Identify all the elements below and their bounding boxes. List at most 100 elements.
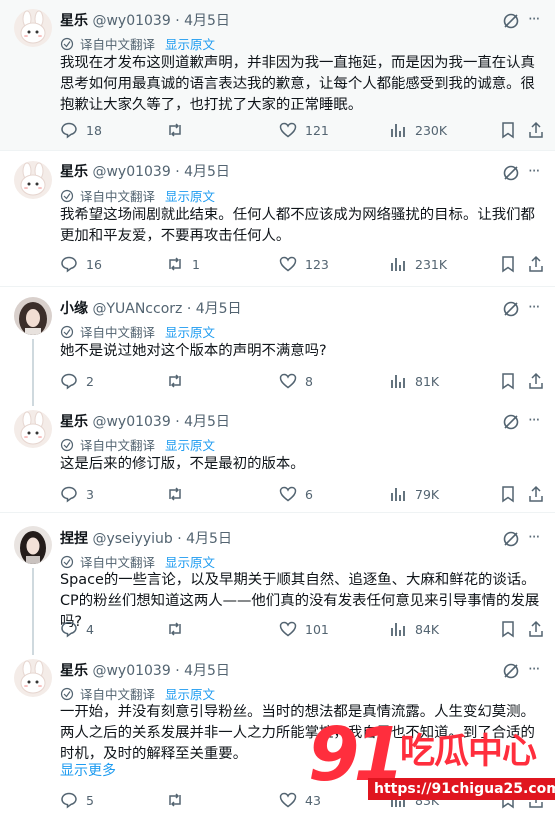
- reply-button[interactable]: 16: [60, 254, 102, 274]
- show-original-link[interactable]: 显示原文: [165, 552, 215, 571]
- repost-icon: [169, 487, 181, 501]
- like-count: 123: [305, 256, 329, 272]
- reply-count: 3: [86, 486, 94, 502]
- grok-icon[interactable]: [502, 300, 520, 318]
- bookmark-button[interactable]: [499, 484, 525, 504]
- views-chart-icon: [391, 488, 405, 501]
- bookmark-button[interactable]: [499, 371, 525, 391]
- views-button[interactable]: 231K: [389, 254, 447, 274]
- more-options-icon[interactable]: ···: [528, 10, 546, 28]
- author-name[interactable]: 星乐: [60, 414, 88, 430]
- author-handle[interactable]: @YUANccorz: [92, 301, 182, 317]
- author-name[interactable]: 星乐: [60, 164, 88, 180]
- grok-icon[interactable]: [502, 530, 520, 548]
- author-name[interactable]: 星乐: [60, 13, 88, 29]
- views-button[interactable]: 79K: [389, 484, 439, 504]
- author-name[interactable]: 捏捏: [60, 531, 88, 547]
- show-original-link[interactable]: 显示原文: [165, 322, 215, 341]
- share-icon: [529, 255, 543, 272]
- reply-button[interactable]: 3: [60, 484, 94, 504]
- like-button[interactable]: 121: [279, 120, 329, 140]
- author-handle[interactable]: @wy01039: [92, 414, 170, 430]
- bookmark-button[interactable]: [499, 254, 525, 274]
- grok-icon[interactable]: [502, 12, 520, 30]
- repost-button[interactable]: [166, 790, 192, 810]
- avatar[interactable]: [14, 526, 52, 564]
- avatar[interactable]: [14, 161, 52, 199]
- show-original-link[interactable]: 显示原文: [165, 186, 215, 205]
- post-0[interactable]: 星乐 @wy01039 · 4月5日 ··· 译自中文翻译 显示原文 我现在才发…: [0, 0, 555, 150]
- repost-button[interactable]: [166, 120, 192, 140]
- show-original-link[interactable]: 显示原文: [165, 684, 215, 703]
- more-options-icon[interactable]: ···: [528, 298, 546, 316]
- post-date[interactable]: 4月5日: [184, 414, 230, 430]
- heart-icon: [279, 792, 297, 808]
- like-count: 6: [305, 486, 313, 502]
- reply-button[interactable]: 4: [60, 619, 94, 639]
- reply-button[interactable]: 2: [60, 371, 94, 391]
- avatar[interactable]: [14, 297, 52, 335]
- views-button[interactable]: 81K: [389, 371, 439, 391]
- share-icon: [529, 372, 543, 389]
- watermark-brand: 吃瓜中心: [400, 732, 537, 772]
- share-button[interactable]: [527, 120, 553, 140]
- post-date[interactable]: 4月5日: [196, 301, 242, 317]
- translation-label: 译自中文翻译: [80, 189, 156, 204]
- like-button[interactable]: 123: [279, 254, 329, 274]
- show-more-link[interactable]: 显示更多: [60, 760, 116, 780]
- post-date[interactable]: 4月5日: [184, 13, 230, 29]
- like-button[interactable]: 101: [279, 619, 329, 639]
- reply-button[interactable]: 5: [60, 790, 94, 810]
- like-count: 121: [305, 122, 329, 138]
- avatar[interactable]: [14, 659, 52, 697]
- repost-button[interactable]: [166, 484, 192, 504]
- share-button[interactable]: [527, 484, 553, 504]
- author-handle[interactable]: @wy01039: [92, 663, 170, 679]
- author-handle[interactable]: @yseiyyiub: [92, 531, 172, 547]
- author-name[interactable]: 小缘: [60, 301, 88, 317]
- post-date[interactable]: 4月5日: [184, 663, 230, 679]
- bookmark-button[interactable]: [499, 120, 525, 140]
- repost-button[interactable]: [166, 619, 192, 639]
- views-button[interactable]: 84K: [389, 619, 439, 639]
- more-options-icon[interactable]: ···: [528, 528, 546, 546]
- post-4[interactable]: 捏捏 @yseiyyiub · 4月5日 ··· 译自中文翻译 显示原文 Spa…: [0, 513, 555, 647]
- share-icon: [529, 121, 543, 138]
- share-button[interactable]: [527, 619, 553, 639]
- post-1[interactable]: 星乐 @wy01039 · 4月5日 ··· 译自中文翻译 显示原文 我希望这场…: [0, 151, 555, 286]
- reply-count: 5: [86, 792, 94, 808]
- author-handle[interactable]: @wy01039: [92, 13, 170, 29]
- grok-icon[interactable]: [502, 413, 520, 431]
- post-3[interactable]: 星乐 @wy01039 · 4月5日 ··· 译自中文翻译 显示原文 这是后来的…: [0, 398, 555, 512]
- grok-icon[interactable]: [502, 164, 520, 182]
- post-date[interactable]: 4月5日: [186, 531, 232, 547]
- avatar[interactable]: [14, 410, 52, 448]
- grok-icon[interactable]: [502, 662, 520, 680]
- reply-button[interactable]: 18: [60, 120, 102, 140]
- bookmark-icon: [502, 256, 514, 273]
- post-header: 星乐 @wy01039 · 4月5日: [60, 663, 230, 679]
- author-name[interactable]: 星乐: [60, 663, 88, 679]
- post-2[interactable]: 小缘 @YUANccorz · 4月5日 ··· 译自中文翻译 显示原文 她不是…: [0, 287, 555, 398]
- thread-line: [32, 339, 34, 398]
- globe-icon: [60, 325, 74, 338]
- post-date[interactable]: 4月5日: [184, 164, 230, 180]
- thread-line: [32, 647, 34, 655]
- views-button[interactable]: 230K: [389, 120, 447, 140]
- like-button[interactable]: 6: [279, 484, 313, 504]
- share-button[interactable]: [527, 371, 553, 391]
- more-options-icon[interactable]: ···: [528, 411, 546, 429]
- more-options-icon[interactable]: ···: [528, 660, 546, 678]
- repost-count: 1: [192, 256, 200, 272]
- show-original-link[interactable]: 显示原文: [165, 34, 215, 53]
- bookmark-button[interactable]: [499, 619, 525, 639]
- show-original-link[interactable]: 显示原文: [165, 435, 215, 454]
- translation-note: 译自中文翻译 显示原文: [60, 684, 215, 703]
- like-button[interactable]: 8: [279, 371, 313, 391]
- more-options-icon[interactable]: ···: [528, 162, 546, 180]
- repost-button[interactable]: 1: [166, 254, 200, 274]
- repost-button[interactable]: [166, 371, 192, 391]
- share-button[interactable]: [527, 254, 553, 274]
- author-handle[interactable]: @wy01039: [92, 164, 170, 180]
- avatar[interactable]: [14, 9, 52, 47]
